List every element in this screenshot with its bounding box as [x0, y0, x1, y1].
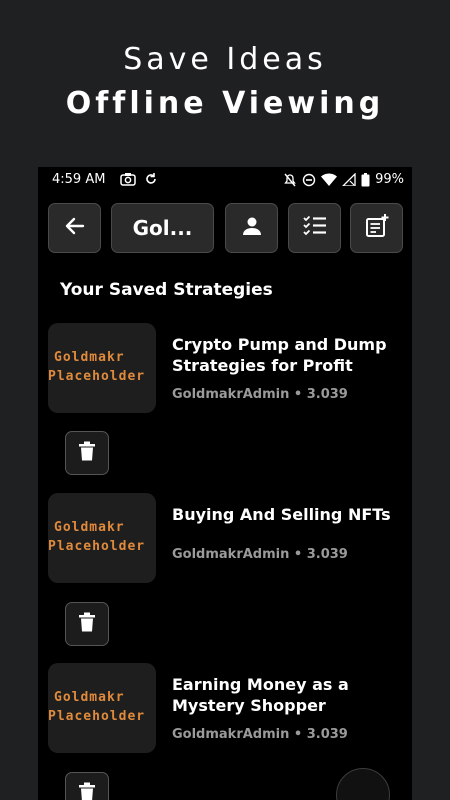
thumbnail-line2: Placeholder — [48, 709, 146, 724]
promo-subheadline: Offline Viewing — [65, 86, 385, 121]
thumbnail-line1: Goldmakr — [54, 690, 125, 705]
battery-percent: 99% — [375, 172, 404, 187]
toolbar: Gol... — [48, 203, 403, 255]
section-heading: Your Saved Strategies — [60, 280, 273, 300]
thumbnail-line2: Placeholder — [48, 539, 146, 554]
strategy-meta: GoldmakrAdmin • 3.039 — [172, 727, 348, 742]
strategy-thumbnail: Goldmakr Placeholder — [48, 493, 156, 583]
status-bar: 4:59 AM 99% — [38, 167, 412, 195]
signal-icon — [342, 173, 356, 186]
thumbnail-line2: Placeholder — [48, 369, 146, 384]
wifi-icon — [321, 173, 338, 186]
strategy-thumbnail: Goldmakr Placeholder — [48, 663, 156, 753]
trash-icon — [78, 612, 96, 636]
delete-button[interactable] — [65, 431, 109, 475]
phone-screen: 4:59 AM 99% Gol... Your Saved Strategies… — [38, 167, 412, 800]
promo-headline: Save Ideas — [123, 42, 327, 77]
floating-action-button[interactable] — [336, 768, 390, 800]
user-icon — [240, 214, 264, 242]
profile-button[interactable] — [225, 203, 278, 253]
delete-button[interactable] — [65, 602, 109, 646]
arrow-left-icon — [63, 214, 87, 242]
status-time: 4:59 AM — [52, 172, 106, 187]
sync-icon — [144, 172, 158, 190]
battery-icon — [361, 172, 370, 187]
thumbnail-line1: Goldmakr — [54, 520, 125, 535]
strategy-title[interactable]: Crypto Pump and Dump Strategies for Prof… — [172, 334, 392, 376]
trash-icon — [78, 441, 96, 465]
mute-icon — [283, 173, 297, 187]
strategy-thumbnail: Goldmakr Placeholder — [48, 323, 156, 413]
thumbnail-line1: Goldmakr — [54, 350, 125, 365]
checklist-button[interactable] — [288, 203, 341, 253]
camera-icon — [120, 172, 136, 190]
strategy-title[interactable]: Earning Money as a Mystery Shopper — [172, 674, 392, 716]
add-note-button[interactable] — [350, 203, 403, 253]
back-button[interactable] — [48, 203, 101, 253]
checklist-icon — [302, 213, 328, 243]
delete-button[interactable] — [65, 772, 109, 800]
strategy-meta: GoldmakrAdmin • 3.039 — [172, 547, 348, 562]
strategy-meta: GoldmakrAdmin • 3.039 — [172, 387, 348, 402]
do-not-disturb-icon — [302, 173, 316, 187]
title-button[interactable]: Gol... — [111, 203, 214, 253]
note-add-icon — [364, 213, 390, 243]
trash-icon — [78, 782, 96, 800]
strategy-title[interactable]: Buying And Selling NFTs — [172, 504, 392, 525]
